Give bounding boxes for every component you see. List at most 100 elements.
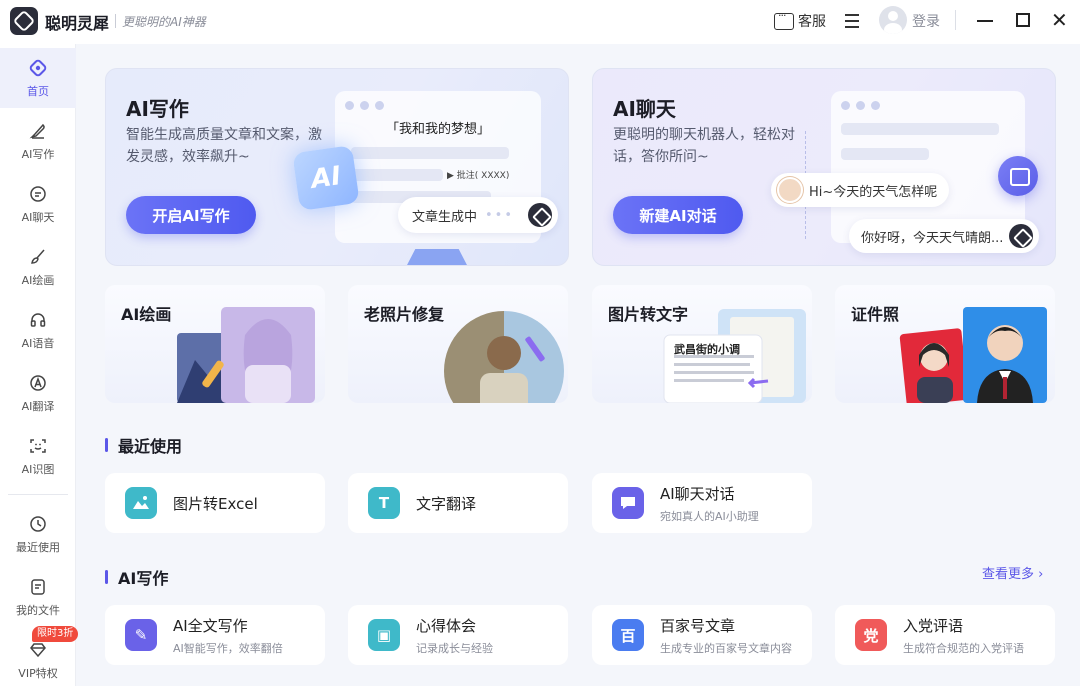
tool-ai-full-writing[interactable]: ✎ AI全文写作 AI智能写作，效率翻倍 [105,605,325,665]
file-icon [28,577,48,597]
tool-title: 入党评语 [903,616,964,635]
tool-title: 心得体会 [416,616,477,635]
vip-discount-badge: 限时3折 [32,626,79,642]
app-logo-icon [1009,224,1034,248]
sidebar-item-ai-writing[interactable]: AI写作 [0,111,76,171]
sample-text-title: 武昌街的小调 [674,343,740,356]
tool-ai-chat[interactable]: AI聊天对话 宛如真人的AI小助理 [592,473,812,533]
sidebar-item-recent[interactable]: 最近使用 [0,504,76,564]
translate-icon: T [368,487,400,519]
bot-message-text: 你好呀，今天天气晴朗... [861,230,1004,246]
image-to-excel-icon [125,487,157,519]
tool-baijiahao-article[interactable]: 百 百家号文章 生成专业的百家号文章内容 [592,605,812,665]
translate-icon [28,373,48,393]
feature-card-image-to-text[interactable]: 图片转文字 武昌街的小调 [592,285,812,403]
bot-message-bubble: 你好呀，今天天气晴朗... [849,219,1040,253]
feature-title: AI绘画 [121,305,172,324]
tool-party-review[interactable]: 党 入党评语 生成符合规范的入党评语 [835,605,1055,665]
clock-icon [28,514,48,534]
customer-service-button[interactable]: 客服 [774,9,826,31]
ai-writing-banner[interactable]: AI写作 智能生成高质量文章和文案，激发灵感，效率飙升~ 开启AI写作 「我和我… [105,68,569,266]
tool-text-translate[interactable]: T 文字翻译 [348,473,568,533]
sidebar-item-label: AI写作 [21,148,55,161]
tool-subtitle: 生成符合规范的入党评语 [903,641,1024,655]
feature-title: 老照片修复 [364,305,445,324]
diamond-icon [28,640,48,660]
title-bar: 聪明灵犀 更聪明的AI神器 客服 登录 ✕ [0,0,1080,44]
sidebar-item-label: 我的文件 [16,604,60,617]
start-ai-writing-button[interactable]: 开启AI写作 [126,196,256,234]
feature-card-id-photo[interactable]: 证件照 [835,285,1055,403]
home-icon [28,58,48,78]
sidebar-item-label: VIP特权 [18,667,58,680]
mockup-doc-title: 「我和我的梦想」 [385,122,490,137]
sidebar-item-ai-painting[interactable]: AI绘画 [0,237,76,297]
app-name: 聪明灵犀 [45,14,110,33]
generating-status-pill: 文章生成中 ••• [398,197,558,233]
sidebar-item-home[interactable]: 首页 [0,48,76,108]
generating-status-text: 文章生成中 [412,209,478,225]
app-logo [10,7,38,35]
sidebar-item-ai-chat[interactable]: AI聊天 [0,174,76,234]
headphones-icon [28,310,48,330]
sidebar-item-ai-recognize[interactable]: AI识图 [0,426,76,486]
sidebar-item-label: 首页 [27,85,49,98]
title-divider [115,14,116,28]
banner-title: AI写作 [126,97,189,121]
chat-bubble-icon [612,487,644,519]
banner-description: 更聪明的聊天机器人，轻松对话，答你所问~ [613,127,795,165]
sidebar-item-label: AI语音 [21,337,55,350]
sidebar-item-label: AI翻译 [21,400,55,413]
sidebar-item-label: AI聊天 [21,211,55,224]
ai-painting-illustration [177,307,315,403]
tool-image-to-excel[interactable]: 图片转Excel [105,473,325,533]
user-avatar-icon [777,177,803,203]
user-message-bubble: Hi~今天的天气怎样呢 [771,173,950,207]
tool-subtitle: AI智能写作，效率翻倍 [173,641,283,655]
notebook-icon: ▣ [368,619,400,651]
ai-logo-graphic: AI [292,145,360,211]
sidebar-item-ai-translate[interactable]: AI翻译 [0,363,76,423]
feather-pen-icon: ✎ [125,619,157,651]
tool-title: AI全文写作 [173,616,248,635]
party-icon: 党 [855,619,887,651]
login-button[interactable]: 登录 [912,11,940,31]
minimize-icon[interactable] [977,20,993,22]
sidebar-item-label: AI识图 [21,463,55,476]
baijiahao-icon: 百 [612,619,644,651]
sidebar: 首页 AI写作 AI聊天 AI绘画 AI语音 AI翻译 AI识图 最近使用 我的… [0,44,79,686]
sidebar-item-label: 最近使用 [16,541,60,554]
id-photo-illustration [899,307,1047,403]
sidebar-item-ai-voice[interactable]: AI语音 [0,300,76,360]
feature-card-old-photo-restore[interactable]: 老照片修复 [348,285,568,403]
photo-restore-illustration [444,311,564,403]
feature-card-ai-painting[interactable]: AI绘画 [105,285,325,403]
app-slogan: 更聪明的AI神器 [122,15,206,29]
scan-icon [28,436,48,456]
close-icon[interactable]: ✕ [1051,10,1068,30]
pen-icon [28,121,48,141]
sidebar-item-label: AI绘画 [21,274,55,287]
tool-subtitle: 记录成长与经验 [416,641,493,655]
avatar[interactable] [879,6,907,34]
tool-experience-summary[interactable]: ▣ 心得体会 记录成长与经验 [348,605,568,665]
customer-service-label: 客服 [798,14,826,30]
maximize-icon[interactable] [1016,13,1030,27]
new-ai-chat-button[interactable]: 新建AI对话 [613,196,743,234]
brush-icon [28,247,48,267]
ai-chat-banner[interactable]: AI聊天 更聪明的聊天机器人，轻松对话，答你所问~ 新建AI对话 Hi~今天的天… [592,68,1056,266]
chatbot-icon [998,156,1038,196]
tool-subtitle: 生成专业的百家号文章内容 [660,641,792,655]
monitor-stand-graphic [406,249,468,265]
mockup-annotation: ▶ 批注( XXXX) [447,171,510,181]
chat-icon [28,184,48,204]
menu-icon[interactable] [845,14,859,28]
see-more-link[interactable]: 查看更多 › [982,563,1043,582]
tool-title: 文字翻译 [416,494,477,513]
tool-subtitle: 宛如真人的AI小助理 [660,509,759,523]
sidebar-divider [8,494,68,495]
writing-section-title: AI写作 [105,565,168,589]
tool-title: 百家号文章 [660,616,736,635]
tool-title: AI聊天对话 [660,484,735,503]
sidebar-item-my-files[interactable]: 我的文件 [0,567,76,627]
